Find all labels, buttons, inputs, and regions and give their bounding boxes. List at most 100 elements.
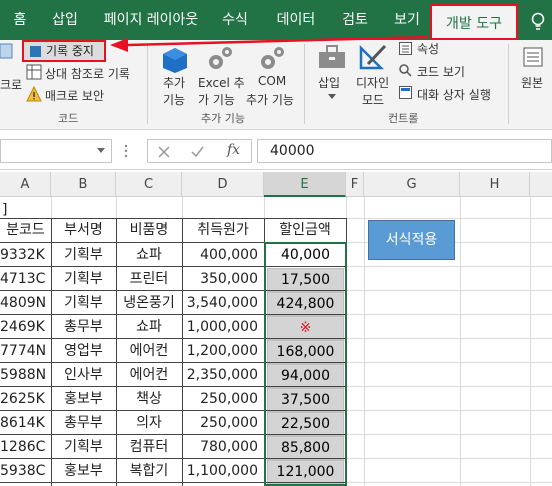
column-header-e[interactable]: E [264, 172, 346, 197]
cell-code[interactable]: 2625K [0, 387, 51, 411]
cell-code[interactable]: 4713C [0, 267, 51, 291]
cancel-icon[interactable] [158, 146, 170, 158]
lightbulb-icon[interactable] [527, 11, 549, 33]
cell-dept[interactable]: 총무부 [51, 315, 116, 339]
macro-security-button[interactable]: 매크로 보안 [45, 87, 104, 104]
gridline [364, 197, 365, 486]
table-header-item[interactable]: 비품명 [116, 218, 182, 242]
cell-cost[interactable]: 3,540,000 [182, 291, 264, 315]
cell-cost[interactable]: 250,000 [182, 387, 264, 411]
visual-basic-icon[interactable] [0, 42, 14, 60]
stop-recording-button[interactable]: 기록 중지 [22, 40, 106, 62]
cell-item[interactable]: 에어컨 [116, 339, 182, 363]
cell-cost[interactable]: 1,000,000 [182, 315, 264, 339]
relative-reference-button[interactable]: 상대 참조로 기록 [45, 65, 130, 82]
table-border [51, 218, 52, 486]
com-addins-line1[interactable]: COM [258, 74, 286, 88]
group-separator [147, 44, 148, 124]
column-header-b[interactable]: B [51, 172, 116, 197]
cell-cost[interactable]: 1,100,000 [182, 459, 264, 483]
cell-code[interactable]: 4809N [0, 291, 51, 315]
cell-cost[interactable]: 1,200,000 [182, 339, 264, 363]
cell-item[interactable]: 컴퓨터 [116, 435, 182, 459]
table-header-cost[interactable]: 취득원가 [182, 218, 264, 242]
cell-dept[interactable]: 기획부 [51, 243, 116, 267]
column-header-a[interactable]: A [0, 172, 51, 197]
cell-dept[interactable]: 총무부 [51, 411, 116, 435]
cell-dept[interactable]: 홍보부 [51, 459, 116, 483]
cell-cost[interactable]: 350,000 [182, 267, 264, 291]
column-header-f[interactable]: F [346, 172, 364, 197]
addins-button-line1[interactable]: 추가 [163, 74, 185, 91]
cell-item[interactable]: 복합기 [116, 459, 182, 483]
cell-code[interactable]: 1286C [0, 435, 51, 459]
cell-item[interactable]: 쇼파 [116, 315, 182, 339]
tab-page-layout[interactable]: 페이지 레이아웃 [102, 0, 200, 40]
cell-dept[interactable]: 기획부 [51, 267, 116, 291]
formula-input[interactable]: 40000 [257, 139, 552, 163]
properties-button[interactable]: 속성 [417, 40, 439, 57]
cell-item[interactable]: 프린터 [116, 267, 182, 291]
format-apply-button[interactable]: 서식적용 [368, 220, 455, 260]
chevron-down-icon [328, 94, 336, 99]
cell-code[interactable]: 2469K [0, 315, 51, 339]
excel-addins-line2[interactable]: 가 기능 [198, 91, 235, 108]
run-dialog-button[interactable]: 대화 상자 실행 [417, 86, 491, 103]
selection-range [264, 242, 347, 486]
table-header-dept[interactable]: 부서명 [51, 218, 116, 242]
insert-control-button[interactable]: 삽입 [318, 74, 340, 91]
tab-insert[interactable]: 삽입 [50, 0, 80, 40]
chevron-down-icon[interactable] [97, 148, 105, 154]
table-header-code[interactable]: 분코드 [0, 218, 51, 242]
xml-source-button[interactable]: 원본 [521, 74, 543, 91]
tab-formulas[interactable]: 수식 [220, 0, 250, 40]
cell-code[interactable]: 5938C [0, 459, 51, 483]
table-header-discount[interactable]: 할인금액 [264, 218, 346, 242]
cell-item[interactable]: 냉온풍기 [116, 291, 182, 315]
cell-item[interactable]: 에어컨 [116, 363, 182, 387]
name-box[interactable] [0, 139, 112, 163]
tab-review[interactable]: 검토 [340, 0, 370, 40]
cell-code[interactable]: 7774N [0, 339, 51, 363]
ribbon-developer: 크로 기록 중지 상대 참조로 기록 매크로 보안 코드 추가 기능 Excel… [0, 40, 552, 130]
cell-item[interactable]: 쇼파 [116, 243, 182, 267]
design-mode-line1[interactable]: 디자인 [356, 74, 389, 91]
tab-view[interactable]: 보기 [392, 0, 422, 40]
com-addins-line2[interactable]: 추가 기능 [246, 91, 294, 108]
cell-cost[interactable]: 780,000 [182, 435, 264, 459]
tab-developer[interactable]: 개발 도구 [430, 4, 518, 40]
tab-home[interactable]: 홈 [8, 0, 32, 40]
cell-code[interactable]: 8614K [0, 411, 51, 435]
column-header-blank [530, 172, 552, 197]
cell-dept[interactable]: 기획부 [51, 291, 116, 315]
addins-button-line2[interactable]: 기능 [163, 91, 185, 108]
excel-addins-line1[interactable]: Excel 추 [198, 74, 245, 91]
cell-dept[interactable]: 영업부 [51, 339, 116, 363]
cell-cost[interactable]: 400,000 [182, 243, 264, 267]
com-addins-gear-icon [261, 47, 284, 69]
ribbon-tab-bar: 홈 삽입 페이지 레이아웃 수식 데이터 검토 보기 개발 도구 [0, 0, 552, 40]
insert-function-button[interactable]: fx [227, 142, 240, 158]
cell-code[interactable]: 9332K [0, 243, 51, 267]
resize-handle-icon[interactable] [124, 143, 128, 159]
cell-code[interactable]: 5988N [0, 363, 51, 387]
tab-data[interactable]: 데이터 [274, 0, 318, 40]
column-header-g[interactable]: G [364, 172, 460, 197]
cell-item[interactable]: 책상 [116, 387, 182, 411]
column-header-h[interactable]: H [460, 172, 530, 197]
cell-cost[interactable]: 250,000 [182, 411, 264, 435]
enter-check-icon[interactable] [191, 146, 204, 158]
cell-dept[interactable]: 인사부 [51, 363, 116, 387]
cell-item[interactable]: 의자 [116, 411, 182, 435]
column-header-c[interactable]: C [116, 172, 182, 197]
design-mode-line2[interactable]: 모드 [362, 91, 384, 108]
macro-button-partial[interactable]: 크로 [0, 76, 22, 93]
gridline [460, 197, 461, 486]
gridline [530, 197, 531, 486]
column-header-d[interactable]: D [182, 172, 264, 197]
cell-cost[interactable]: 2,350,000 [182, 363, 264, 387]
cell-dept[interactable]: 기획부 [51, 435, 116, 459]
cell-dept[interactable]: 홍보부 [51, 387, 116, 411]
warning-icon [26, 86, 42, 102]
view-code-button[interactable]: 코드 보기 [417, 63, 465, 80]
